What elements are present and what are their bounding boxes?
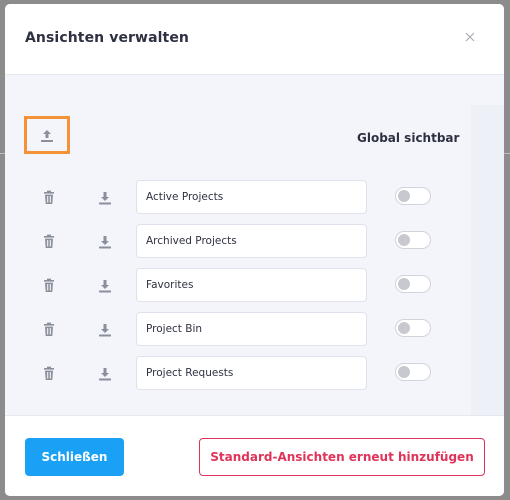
- view-name-input[interactable]: [136, 224, 367, 258]
- toggle-knob: [398, 278, 410, 290]
- restore-default-views-button[interactable]: Standard-Ansichten erneut hinzufügen: [199, 438, 485, 476]
- dialog-header: Ansichten verwalten: [5, 4, 504, 75]
- trash-icon[interactable]: [42, 322, 56, 338]
- toggle-knob: [398, 366, 410, 378]
- view-row: [5, 224, 471, 260]
- trash-icon[interactable]: [42, 190, 56, 206]
- download-icon[interactable]: [97, 190, 113, 206]
- toggle-knob: [398, 190, 410, 202]
- global-visible-header: Global sichtbar: [357, 131, 460, 145]
- dialog-title: Ansichten verwalten: [25, 30, 189, 46]
- dialog-body: Global sichtbar: [5, 75, 504, 415]
- upload-icon: [41, 130, 53, 142]
- view-row: [5, 312, 471, 348]
- view-name-input[interactable]: [136, 268, 367, 302]
- global-visible-toggle[interactable]: [395, 187, 431, 205]
- view-row: [5, 356, 471, 392]
- manage-views-dialog: Ansichten verwalten Global sichtbar Acti…: [5, 4, 504, 496]
- dialog-footer: Schließen Standard-Ansichten erneut hinz…: [5, 415, 504, 496]
- download-icon[interactable]: [97, 234, 113, 250]
- download-icon[interactable]: [97, 322, 113, 338]
- close-icon[interactable]: [461, 28, 479, 46]
- toggle-knob: [398, 234, 410, 246]
- global-visible-toggle[interactable]: [395, 275, 431, 293]
- backdrop-divider-right: [504, 153, 510, 154]
- view-row: [5, 180, 471, 216]
- trash-icon[interactable]: [42, 234, 56, 250]
- view-name-input[interactable]: [136, 312, 367, 346]
- global-visible-toggle[interactable]: [395, 363, 431, 381]
- upload-view-button[interactable]: [24, 116, 70, 154]
- global-visible-toggle[interactable]: [395, 319, 431, 337]
- global-visible-toggle[interactable]: [395, 231, 431, 249]
- view-name-input[interactable]: [136, 356, 367, 390]
- panel-scroll-area: [471, 105, 504, 415]
- download-icon[interactable]: [97, 366, 113, 382]
- download-icon[interactable]: [97, 278, 113, 294]
- view-row: [5, 268, 471, 304]
- close-button[interactable]: Schließen: [25, 438, 124, 476]
- trash-icon[interactable]: [42, 366, 56, 382]
- view-name-input[interactable]: [136, 180, 367, 214]
- toggle-knob: [398, 322, 410, 334]
- trash-icon[interactable]: [42, 278, 56, 294]
